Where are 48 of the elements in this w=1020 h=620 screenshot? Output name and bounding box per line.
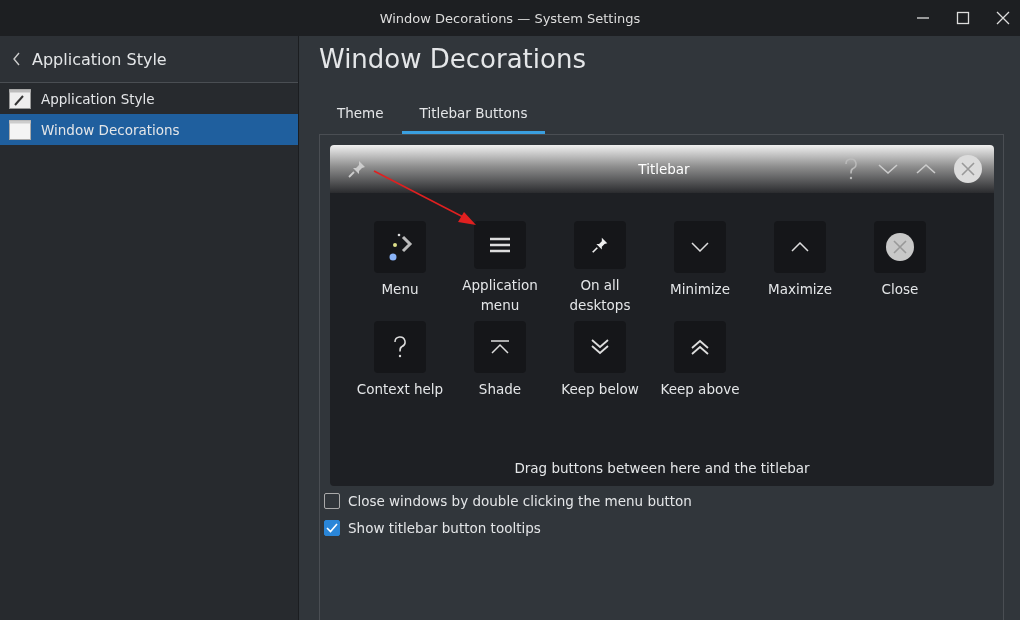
chevron-up-icon [791,242,809,252]
button-label: On all desktops [568,276,632,315]
question-icon [393,336,407,358]
checkbox-label: Close windows by double clicking the menu button [348,492,692,509]
button-label: Keep below [561,380,639,399]
button-label: Shade [478,380,522,399]
checkbox-label: Show titlebar button tooltips [348,519,541,536]
button-label: Maximize [768,280,832,299]
close-circle-icon [886,233,914,261]
button-label: Close [881,280,919,299]
bar-chevron-up-icon [490,340,510,354]
button-label: Context help [356,380,444,399]
page-title: Window Decorations [319,44,587,76]
draggable-button[interactable] [674,321,726,373]
hamburger-icon [490,237,510,253]
chevron-up-icon[interactable] [916,163,936,175]
draggable-button[interactable] [374,221,426,273]
close-icon[interactable] [996,11,1010,25]
button-label: Menu [381,280,419,299]
chevron-down-icon [691,242,709,252]
tab[interactable]: Titlebar Buttons [401,98,546,134]
checkbox[interactable] [324,519,340,536]
button-label: Keep above [660,380,740,399]
sidebar-item[interactable]: Window Decorations [0,114,298,145]
double-chevron-down-icon [591,339,609,355]
button-label: Application menu [461,276,539,315]
close-circle-icon[interactable] [954,155,982,183]
tab[interactable]: Theme [319,98,402,134]
chevron-down-icon[interactable] [878,163,898,175]
chevron-left-icon [12,52,22,66]
button-label: Minimize [670,280,730,299]
draggable-button[interactable] [474,221,526,269]
draggable-button[interactable] [874,221,926,273]
sidebar-item[interactable]: Application Style [0,83,298,114]
preview-title: Titlebar [637,161,691,177]
window-icon [9,119,31,140]
double-chevron-up-icon [691,339,709,355]
pin-icon[interactable] [346,158,368,180]
window-title: Window Decorations — System Settings [379,10,641,26]
pin-icon [590,235,610,255]
drag-hint: Drag buttons between here and the titlebar [513,460,811,476]
window-brush-icon [9,88,31,109]
back-button[interactable]: Application Style [0,36,298,83]
maximize-icon[interactable] [956,11,970,25]
draggable-button[interactable] [574,321,626,373]
back-label: Application Style [32,49,167,69]
question-icon[interactable] [842,157,860,181]
checkbox[interactable] [324,492,340,509]
